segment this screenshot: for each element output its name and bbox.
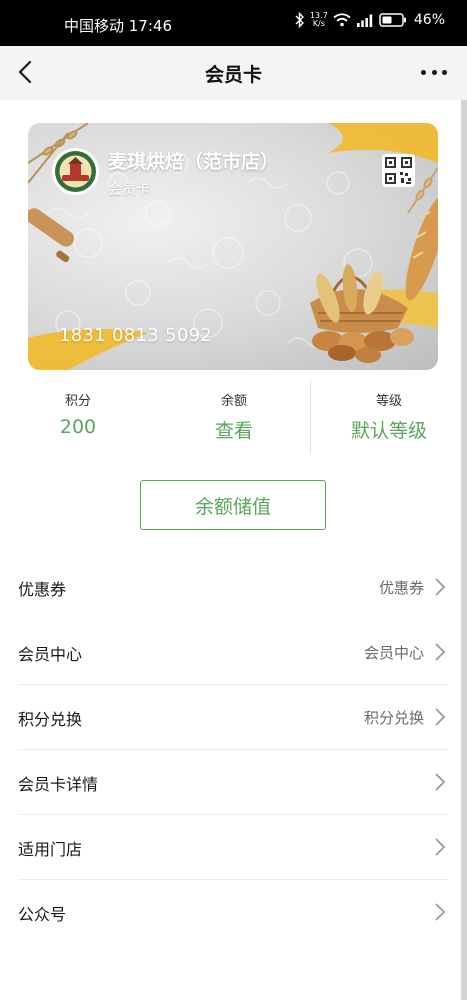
stat-label: 等级 [375, 394, 402, 409]
stat-value: 查看 [214, 420, 253, 442]
card-type-label: 会员卡 [108, 182, 150, 198]
bakery-logo-image [55, 151, 96, 192]
menu-item-points-exchange[interactable]: 积分兑换 积分兑换 [18, 685, 448, 750]
nav-bar: 会员卡 [0, 46, 467, 100]
stat-value: 默认等级 [350, 420, 427, 442]
menu-item-applicable-stores[interactable]: 适用门店 [18, 815, 448, 880]
qr-code-button[interactable] [382, 154, 415, 187]
stat-level[interactable]: 等级 默认等级 [311, 378, 467, 456]
qr-code-icon [385, 157, 412, 184]
shop-name: 麦琪烘焙（范市店） [108, 151, 280, 173]
menu-item-label: 积分兑换 [18, 710, 83, 729]
stat-label: 积分 [64, 394, 91, 409]
more-dots-icon [431, 69, 437, 75]
bluetooth-icon [295, 12, 304, 28]
menu-item-label: 公众号 [18, 905, 67, 924]
membership-card[interactable]: 麦琪烘焙（范市店） 会员卡 1831 0813 5092 [28, 123, 438, 370]
chevron-right-icon [435, 643, 446, 661]
battery-percent: 46% [413, 12, 445, 28]
speed-unit: K/s [312, 19, 325, 28]
menu-item-value: 积分兑换 [363, 709, 424, 727]
chevron-right-icon [435, 773, 446, 791]
menu-item-label: 适用门店 [18, 840, 83, 859]
stat-points[interactable]: 积分 200 [0, 378, 156, 456]
more-dots-icon [442, 69, 447, 75]
menu-item-value: 会员中心 [363, 644, 424, 662]
network-speed: 13.7 K/s [310, 12, 328, 28]
menu-item-card-details[interactable]: 会员卡详情 [18, 750, 448, 815]
page-title: 会员卡 [204, 64, 262, 86]
wifi-icon [333, 13, 351, 27]
page-content: 麦琪烘焙（范市店） 会员卡 1831 0813 5092 积分 200 余额 查… [0, 100, 467, 1000]
stat-value: 200 [59, 416, 97, 438]
scrollbar[interactable] [461, 100, 467, 1000]
shop-logo [52, 148, 99, 195]
menu-item-label: 优惠券 [18, 580, 67, 599]
chevron-right-icon [435, 708, 446, 726]
battery-icon [379, 13, 406, 27]
menu-item-value: 优惠券 [378, 579, 424, 597]
status-icons: 13.7 K/s 46% [295, 12, 445, 28]
member-stats: 积分 200 余额 查看 等级 默认等级 [0, 378, 467, 456]
card-number: 1831 0813 5092 [59, 325, 213, 346]
menu-item-coupons[interactable]: 优惠券 优惠券 [18, 555, 448, 620]
chevron-right-icon [435, 578, 446, 596]
menu-item-label: 会员中心 [18, 645, 83, 664]
signal-icon [356, 14, 373, 27]
menu-item-official-account[interactable]: 公众号 [18, 880, 448, 945]
chevron-right-icon [435, 903, 446, 921]
more-options-button[interactable] [421, 64, 447, 80]
status-bar: 中国移动 17:46 13.7 K/s 46% [0, 0, 467, 46]
menu-item-member-center[interactable]: 会员中心 会员中心 [18, 620, 448, 685]
menu-item-label: 会员卡详情 [18, 775, 99, 794]
stat-label: 余额 [220, 394, 247, 409]
chevron-right-icon [435, 838, 446, 856]
more-dots-icon [421, 69, 426, 75]
balance-recharge-button[interactable]: 余额储值 [140, 480, 326, 530]
carrier-time: 中国移动 17:46 [64, 17, 172, 35]
stat-balance[interactable]: 余额 查看 [156, 378, 312, 456]
